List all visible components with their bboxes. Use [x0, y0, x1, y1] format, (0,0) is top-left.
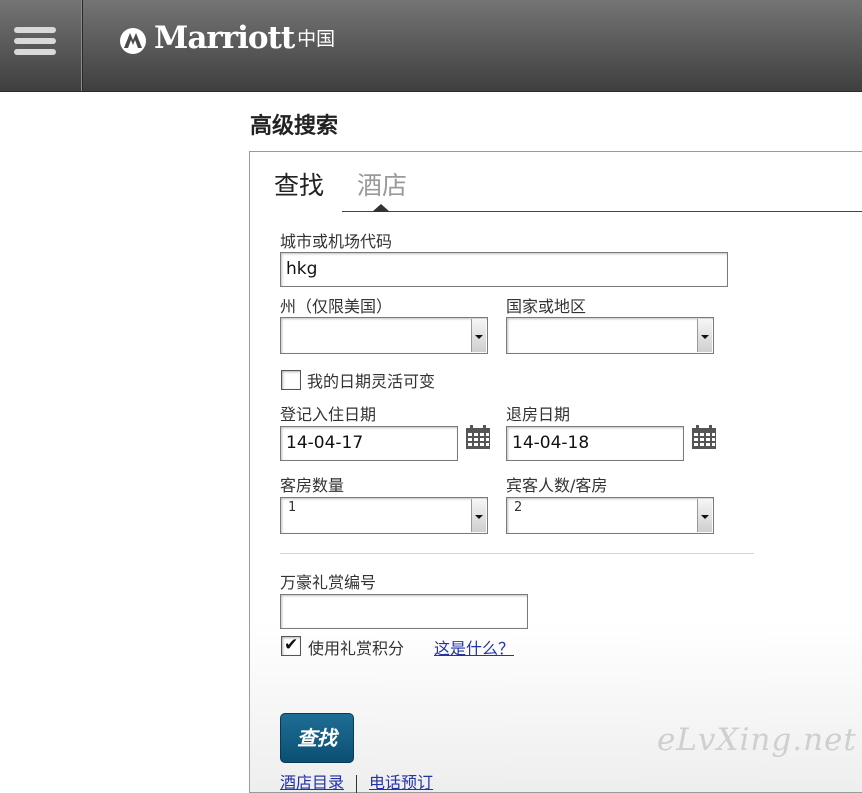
tab-bar: 查找 酒店	[274, 166, 407, 202]
tab-find-label: 查找	[274, 171, 325, 200]
brand-suffix: 中国	[297, 28, 336, 50]
section-divider	[280, 553, 754, 554]
page-title: 高级搜索	[250, 114, 339, 139]
hamburger-line	[14, 27, 56, 33]
country-label: 国家或地区	[506, 297, 587, 316]
calendar-icon[interactable]	[691, 425, 717, 450]
state-label: 州（仅限美国）	[280, 297, 393, 316]
calendar-icon[interactable]	[465, 425, 491, 450]
tab-hotel[interactable]: 酒店	[357, 166, 407, 202]
guests-label: 宾客人数/客房	[506, 476, 608, 495]
marriott-logo-icon	[120, 28, 146, 54]
use-points-checkbox[interactable]: ✔	[281, 635, 301, 656]
hotel-directory-link[interactable]: 酒店目录	[280, 773, 344, 792]
top-navigation-bar: Marriott 中国	[0, 0, 862, 92]
rooms-select-value: 1	[288, 500, 297, 515]
marriott-logo[interactable]: Marriott 中国	[118, 16, 335, 56]
city-label: 城市或机场代码	[280, 232, 393, 251]
chevron-down-icon	[697, 319, 712, 352]
rooms-select[interactable]: 1	[280, 497, 488, 534]
rewards-number-input[interactable]	[280, 594, 528, 629]
watermark: eLvXing.net	[657, 722, 857, 758]
checkout-label: 退房日期	[506, 405, 571, 424]
checkin-label: 登记入住日期	[280, 405, 377, 424]
hamburger-menu-button[interactable]	[0, 0, 83, 91]
checkmark-icon: ✔	[284, 635, 299, 655]
guests-select[interactable]: 2	[506, 497, 714, 534]
what-is-this-link[interactable]: 这是什么？	[434, 635, 514, 659]
chevron-down-icon	[697, 499, 712, 532]
bottom-links: 酒店目录 电话预订	[280, 769, 433, 793]
rooms-label: 客房数量	[280, 476, 345, 495]
rewards-number-label: 万豪礼赏编号	[280, 573, 377, 592]
brand-name: Marriott	[154, 20, 295, 56]
chevron-down-icon	[471, 319, 486, 352]
chevron-down-icon	[471, 499, 486, 532]
phone-booking-link[interactable]: 电话预订	[369, 773, 433, 792]
flexible-dates-checkbox[interactable]	[281, 370, 301, 390]
guests-select-value: 2	[514, 500, 523, 515]
checkout-date-input[interactable]: 14-04-18	[506, 426, 684, 461]
country-select[interactable]	[506, 317, 714, 354]
find-button[interactable]: 查找	[280, 713, 354, 763]
use-points-label: 使用礼赏积分	[308, 639, 405, 658]
tab-indicator-caret	[372, 204, 390, 212]
tab-divider	[342, 211, 862, 212]
checkin-date-input[interactable]: 14-04-17	[280, 426, 458, 461]
flexible-dates-label: 我的日期灵活可变	[307, 372, 436, 391]
hamburger-line	[14, 49, 56, 55]
search-panel: 查找 酒店 城市或机场代码 hkg 州（仅限美国） 国家或地区 我的日期灵活可变…	[249, 151, 862, 793]
city-input[interactable]: hkg	[280, 252, 728, 287]
hamburger-line	[14, 38, 56, 44]
link-separator	[356, 774, 358, 793]
state-select[interactable]	[280, 317, 488, 354]
